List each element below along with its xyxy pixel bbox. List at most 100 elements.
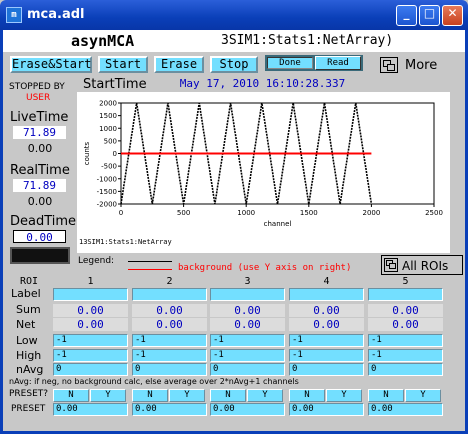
read-button[interactable]: Read (315, 56, 361, 70)
roi-preset-n-button[interactable]: N (368, 389, 404, 402)
acquire-led (10, 247, 70, 264)
roi-high-input[interactable]: -1 (132, 349, 207, 362)
row-label-net: Net (16, 318, 36, 331)
roi-preset-y-button[interactable]: Y (169, 389, 205, 402)
y-tick-label: 1000 (99, 125, 117, 133)
maximize-button[interactable]: □ (419, 5, 440, 26)
header-bar: asynMCA 3SIM1:Stats1:NetArray) (3, 30, 465, 52)
roi-net-value: 0.00 (289, 318, 364, 331)
minimize-button[interactable]: _ (396, 5, 417, 26)
live-time-label: LiveTime (10, 110, 69, 125)
row-label-low: Low (16, 334, 38, 347)
roi-navg-input[interactable]: 0 (289, 363, 364, 376)
display-name: asynMCA (71, 32, 135, 50)
title-bar: m mca.adl _ □ ✕ (0, 0, 468, 30)
navg-note: nAvg: if neg, no background calc, else a… (9, 377, 299, 386)
row-label-label: Label (11, 287, 41, 300)
roi-low-input[interactable]: -1 (289, 334, 364, 347)
roi-label-input[interactable] (368, 288, 443, 301)
roi-net-value: 0.00 (53, 318, 128, 331)
roi-navg-input[interactable]: 0 (53, 363, 128, 376)
stopped-by-value: USER (26, 93, 51, 103)
x-tick-label: 1500 (300, 209, 318, 217)
roi-high-input[interactable]: -1 (368, 349, 443, 362)
roi-preset-input[interactable]: 0.00 (289, 403, 364, 416)
roi-preset-y-button[interactable]: Y (90, 389, 126, 402)
roi-column-header: 2 (166, 276, 173, 287)
roi-net-value: 0.00 (368, 318, 443, 331)
roi-header: ROI (20, 276, 39, 287)
y-tick-label: -500 (101, 163, 117, 171)
dead-time-value: 0.00 (13, 230, 66, 244)
roi-preset-input[interactable]: 0.00 (368, 403, 443, 416)
y-tick-label: 0 (113, 150, 117, 158)
roi-label-input[interactable] (289, 288, 364, 301)
roi-preset-y-button[interactable]: Y (405, 389, 441, 402)
roi-preset-n-button[interactable]: N (132, 389, 168, 402)
roi-preset-input[interactable]: 0.00 (132, 403, 207, 416)
y-axis-label: counts (83, 141, 91, 165)
more-label[interactable]: More (405, 58, 437, 73)
close-button[interactable]: ✕ (442, 5, 463, 26)
roi-sum-value: 0.00 (132, 304, 207, 317)
legend-background-line (128, 269, 172, 270)
roi-low-input[interactable]: -1 (210, 334, 285, 347)
roi-column-header: 5 (402, 276, 409, 287)
x-tick-label: 1000 (237, 209, 255, 217)
legend-counts-line (128, 261, 172, 262)
roi-label-input[interactable] (132, 288, 207, 301)
y-tick-label: -1500 (97, 188, 117, 196)
erase-button[interactable]: Erase (154, 56, 204, 73)
roi-navg-input[interactable]: 0 (132, 363, 207, 376)
start-button[interactable]: Start (98, 56, 148, 73)
roi-high-input[interactable]: -1 (53, 349, 128, 362)
pv-name: 3SIM1:Stats1:NetArray) (221, 33, 394, 48)
more-related-display-icon[interactable] (380, 57, 398, 73)
x-tick-label: 2500 (425, 209, 443, 217)
window-title: mca.adl (27, 7, 85, 22)
roi-preset-input[interactable]: 0.00 (210, 403, 285, 416)
roi-sum-value: 0.00 (210, 304, 285, 317)
roi-column-header: 1 (87, 276, 94, 287)
all-rois-label: All ROIs (402, 259, 449, 273)
roi-column-header: 4 (323, 276, 330, 287)
roi-preset-y-button[interactable]: Y (247, 389, 283, 402)
all-rois-icon (384, 258, 398, 272)
roi-sum-value: 0.00 (368, 304, 443, 317)
roi-column-header: 3 (244, 276, 251, 287)
roi-low-input[interactable]: -1 (132, 334, 207, 347)
roi-preset-n-button[interactable]: N (289, 389, 325, 402)
x-tick-label: 2000 (362, 209, 380, 217)
done-indicator[interactable]: Done (267, 57, 313, 69)
roi-label-input[interactable] (53, 288, 128, 301)
roi-high-input[interactable]: -1 (210, 349, 285, 362)
real-time-label: RealTime (10, 163, 70, 178)
roi-navg-input[interactable]: 0 (210, 363, 285, 376)
row-label-sum: Sum (16, 303, 41, 316)
roi-low-input[interactable]: -1 (368, 334, 443, 347)
x-tick-label: 0 (119, 209, 123, 217)
roi-preset-n-button[interactable]: N (210, 389, 246, 402)
roi-preset-y-button[interactable]: Y (326, 389, 362, 402)
live-time-preset: 0.00 (27, 142, 53, 155)
roi-navg-input[interactable]: 0 (368, 363, 443, 376)
y-tick-label: -2000 (97, 201, 117, 209)
roi-preset-n-button[interactable]: N (53, 389, 89, 402)
y-tick-label: 2000 (99, 100, 117, 108)
row-label-high: High (16, 349, 42, 362)
roi-high-input[interactable]: -1 (289, 349, 364, 362)
x-axis-label: channel (264, 220, 292, 228)
stop-button[interactable]: Stop (210, 56, 258, 73)
all-rois-button[interactable]: All ROIs (381, 255, 463, 275)
app-icon: m (6, 7, 22, 23)
roi-label-input[interactable] (210, 288, 285, 301)
row-label-preset: PRESET (11, 404, 46, 414)
roi-preset-input[interactable]: 0.00 (53, 403, 128, 416)
roi-low-input[interactable]: -1 (53, 334, 128, 347)
spectrum-plot: 0 500 1000 1500 2000 2500 2000 1500 1000 500 0 -500… (77, 92, 450, 253)
legend-label: Legend: (78, 256, 115, 266)
roi-sum-value: 0.00 (53, 304, 128, 317)
row-label-preset-q: PRESET? (9, 389, 49, 399)
erase-start-button[interactable]: Erase&Start (10, 56, 92, 73)
dead-time-label: DeadTime (10, 214, 77, 229)
